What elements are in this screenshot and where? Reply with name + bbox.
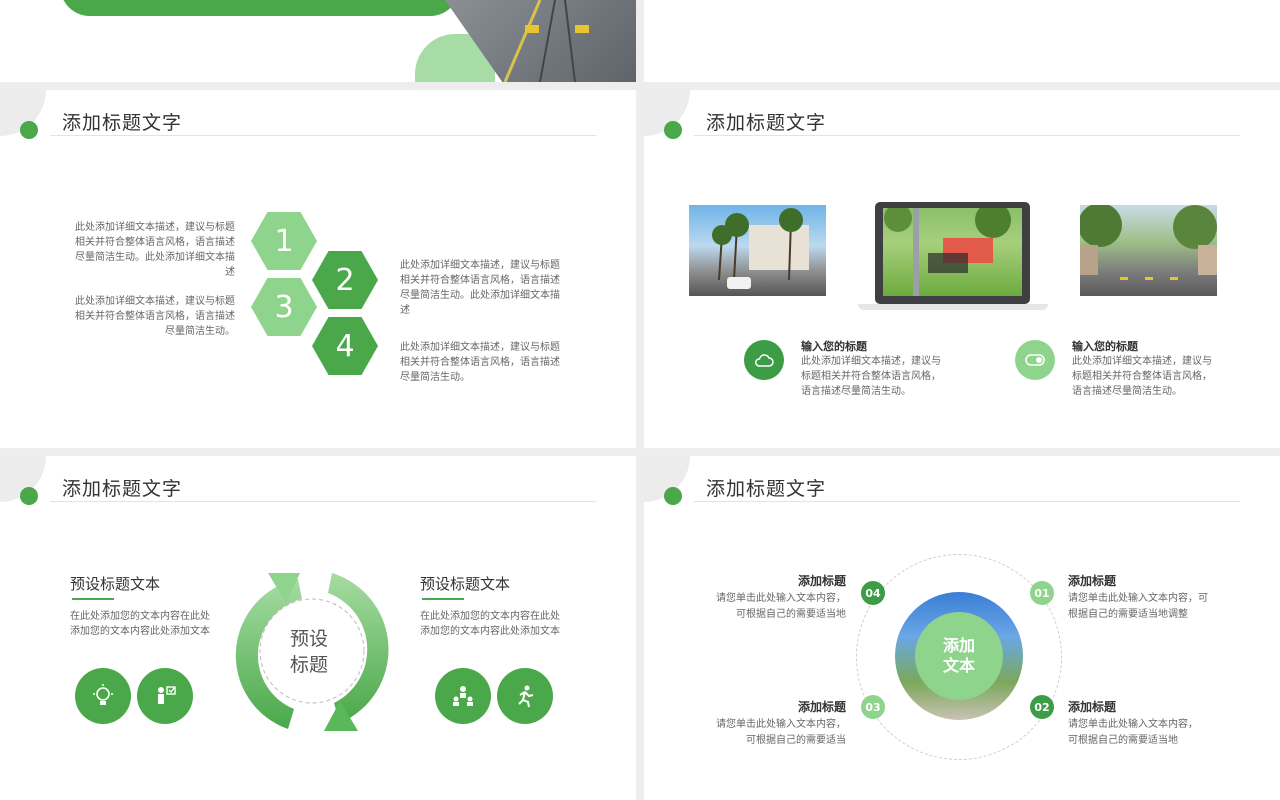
title-divider (50, 501, 596, 502)
running-exit-icon (497, 668, 553, 724)
slide-title: 添加标题文字 (62, 112, 183, 134)
left-text-1: 此处添加详细文本描述，建议与标题相关并符合整体语言风格，语言描述尽量简洁生动。此… (75, 222, 235, 278)
cycle-center-title: 预设 标题 (278, 626, 340, 678)
slide-thumbnail-top-left[interactable] (0, 0, 636, 82)
hexagon-1: 1 (251, 212, 317, 270)
palm-trees-graphic (712, 208, 809, 289)
slide-photo-laptop[interactable]: 添加标题文字 输入您的标题 此处添加详细文本描述，建议与标题相关并符合整体语言风… (644, 90, 1280, 448)
slide-title: 添加标题文字 (62, 478, 183, 500)
badge-04: 04 (861, 581, 885, 605)
item-title-02: 添加标题 (1068, 700, 1117, 714)
title-divider (694, 135, 1240, 136)
palm-street-photo (689, 205, 826, 296)
item-text-04-line2: 可根据自己的需要适当地 (736, 609, 846, 620)
presenter-icon (137, 668, 193, 724)
right-subtitle: 预设标题文本 (420, 575, 511, 593)
slide-hexagon-list[interactable]: 添加标题文字 此处添加详细文本描述，建议与标题相关并符合整体语言风格，语言描述尽… (0, 90, 636, 448)
title-divider (50, 135, 596, 136)
lightbulb-icon (75, 668, 131, 724)
left-subtitle: 预设标题文本 (70, 575, 161, 593)
slide-circle-list[interactable]: 添加标题文字 添加 文本 04 01 03 02 添加标题 请您单击此处输入文本… (644, 456, 1280, 800)
green-banner (60, 0, 460, 16)
badge-02: 02 (1030, 695, 1054, 719)
right-text-2: 此处添加详细文本描述，建议与标题相关并符合整体语言风格，语言描述尽量简洁生动。 (400, 342, 560, 383)
right-body-text: 在此处添加您的文本内容在此处添加您的文本内容此处添加文本 (420, 611, 560, 637)
hexagon-4: 4 (312, 317, 378, 375)
cycle-center-line-1: 预设 (289, 628, 328, 650)
slide-thumbnail-top-right[interactable] (644, 0, 1280, 82)
item-title-03: 添加标题 (797, 700, 846, 714)
title-dot (20, 487, 38, 505)
right-text-1: 此处添加详细文本描述，建议与标题相关并符合整体语言风格，语言描述尽量简洁生动。此… (400, 260, 560, 316)
cloud-icon (744, 340, 784, 380)
left-body-text: 在此处添加您的文本内容在此处添加您的文本内容此处添加文本 (70, 611, 210, 637)
laptop-base (858, 304, 1048, 310)
item-text-01-line1: 请您单击此处输入文本内容，可 (1068, 593, 1208, 604)
center-label: 添加 文本 (915, 612, 1003, 700)
badge-03: 03 (861, 695, 885, 719)
slide-cycle[interactable]: 添加标题文字 预设标题文本 在此处添加您的文本内容在此处添加您的文本内容此处添加… (0, 456, 636, 800)
slide-title: 添加标题文字 (706, 112, 827, 134)
title-dot (664, 487, 682, 505)
title-dot (664, 121, 682, 139)
playground-graphic (884, 208, 1011, 296)
toggle-icon (1015, 340, 1055, 380)
hexagon-2: 2 (312, 251, 378, 309)
item-title-2: 输入您的标题 (1072, 340, 1138, 353)
item-text-03-line2: 可根据自己的需要适当 (746, 735, 846, 746)
center-label-line-1: 添加 (942, 636, 975, 655)
item-text-02-line1: 请您单击此处输入文本内容， (1068, 719, 1198, 730)
trees-street-graphic (1080, 205, 1217, 280)
item-text-01-line2: 根据自己的需要适当地调整 (1068, 609, 1188, 620)
item-text-04-line1: 请您单击此处输入文本内容， (716, 593, 846, 604)
item-text-03-line1: 请您单击此处输入文本内容， (716, 719, 846, 730)
tree-street-photo (1080, 205, 1217, 296)
team-icon (435, 668, 491, 724)
playground-photo (883, 208, 1022, 296)
item-title-04: 添加标题 (797, 574, 846, 588)
hexagon-3: 3 (251, 278, 317, 336)
title-divider (694, 501, 1240, 502)
item-title-1: 输入您的标题 (801, 340, 867, 353)
item-text-02-line2: 可根据自己的需要适当地 (1068, 735, 1178, 746)
left-text-2: 此处添加详细文本描述，建议与标题相关并符合整体语言风格，语言描述尽量简洁生动。 (75, 296, 235, 337)
slide-sorter: 添加标题文字 此处添加详细文本描述，建议与标题相关并符合整体语言风格，语言描述尽… (0, 0, 1280, 800)
badge-01: 01 (1030, 581, 1054, 605)
title-dot (20, 121, 38, 139)
item-text-2: 此处添加详细文本描述，建议与标题相关并符合整体语言风格，语言描述尽量简洁生动。 (1072, 356, 1212, 397)
center-label-line-2: 文本 (942, 656, 975, 675)
left-subtitle-underline (72, 598, 114, 600)
cycle-center-line-2: 标题 (289, 654, 328, 676)
right-subtitle-underline (422, 598, 464, 600)
laptop-screen (875, 202, 1030, 304)
item-text-1: 此处添加详细文本描述，建议与标题相关并符合整体语言风格，语言描述尽量简洁生动。 (801, 356, 941, 397)
slide-title: 添加标题文字 (706, 478, 827, 500)
item-title-01: 添加标题 (1068, 574, 1117, 588)
